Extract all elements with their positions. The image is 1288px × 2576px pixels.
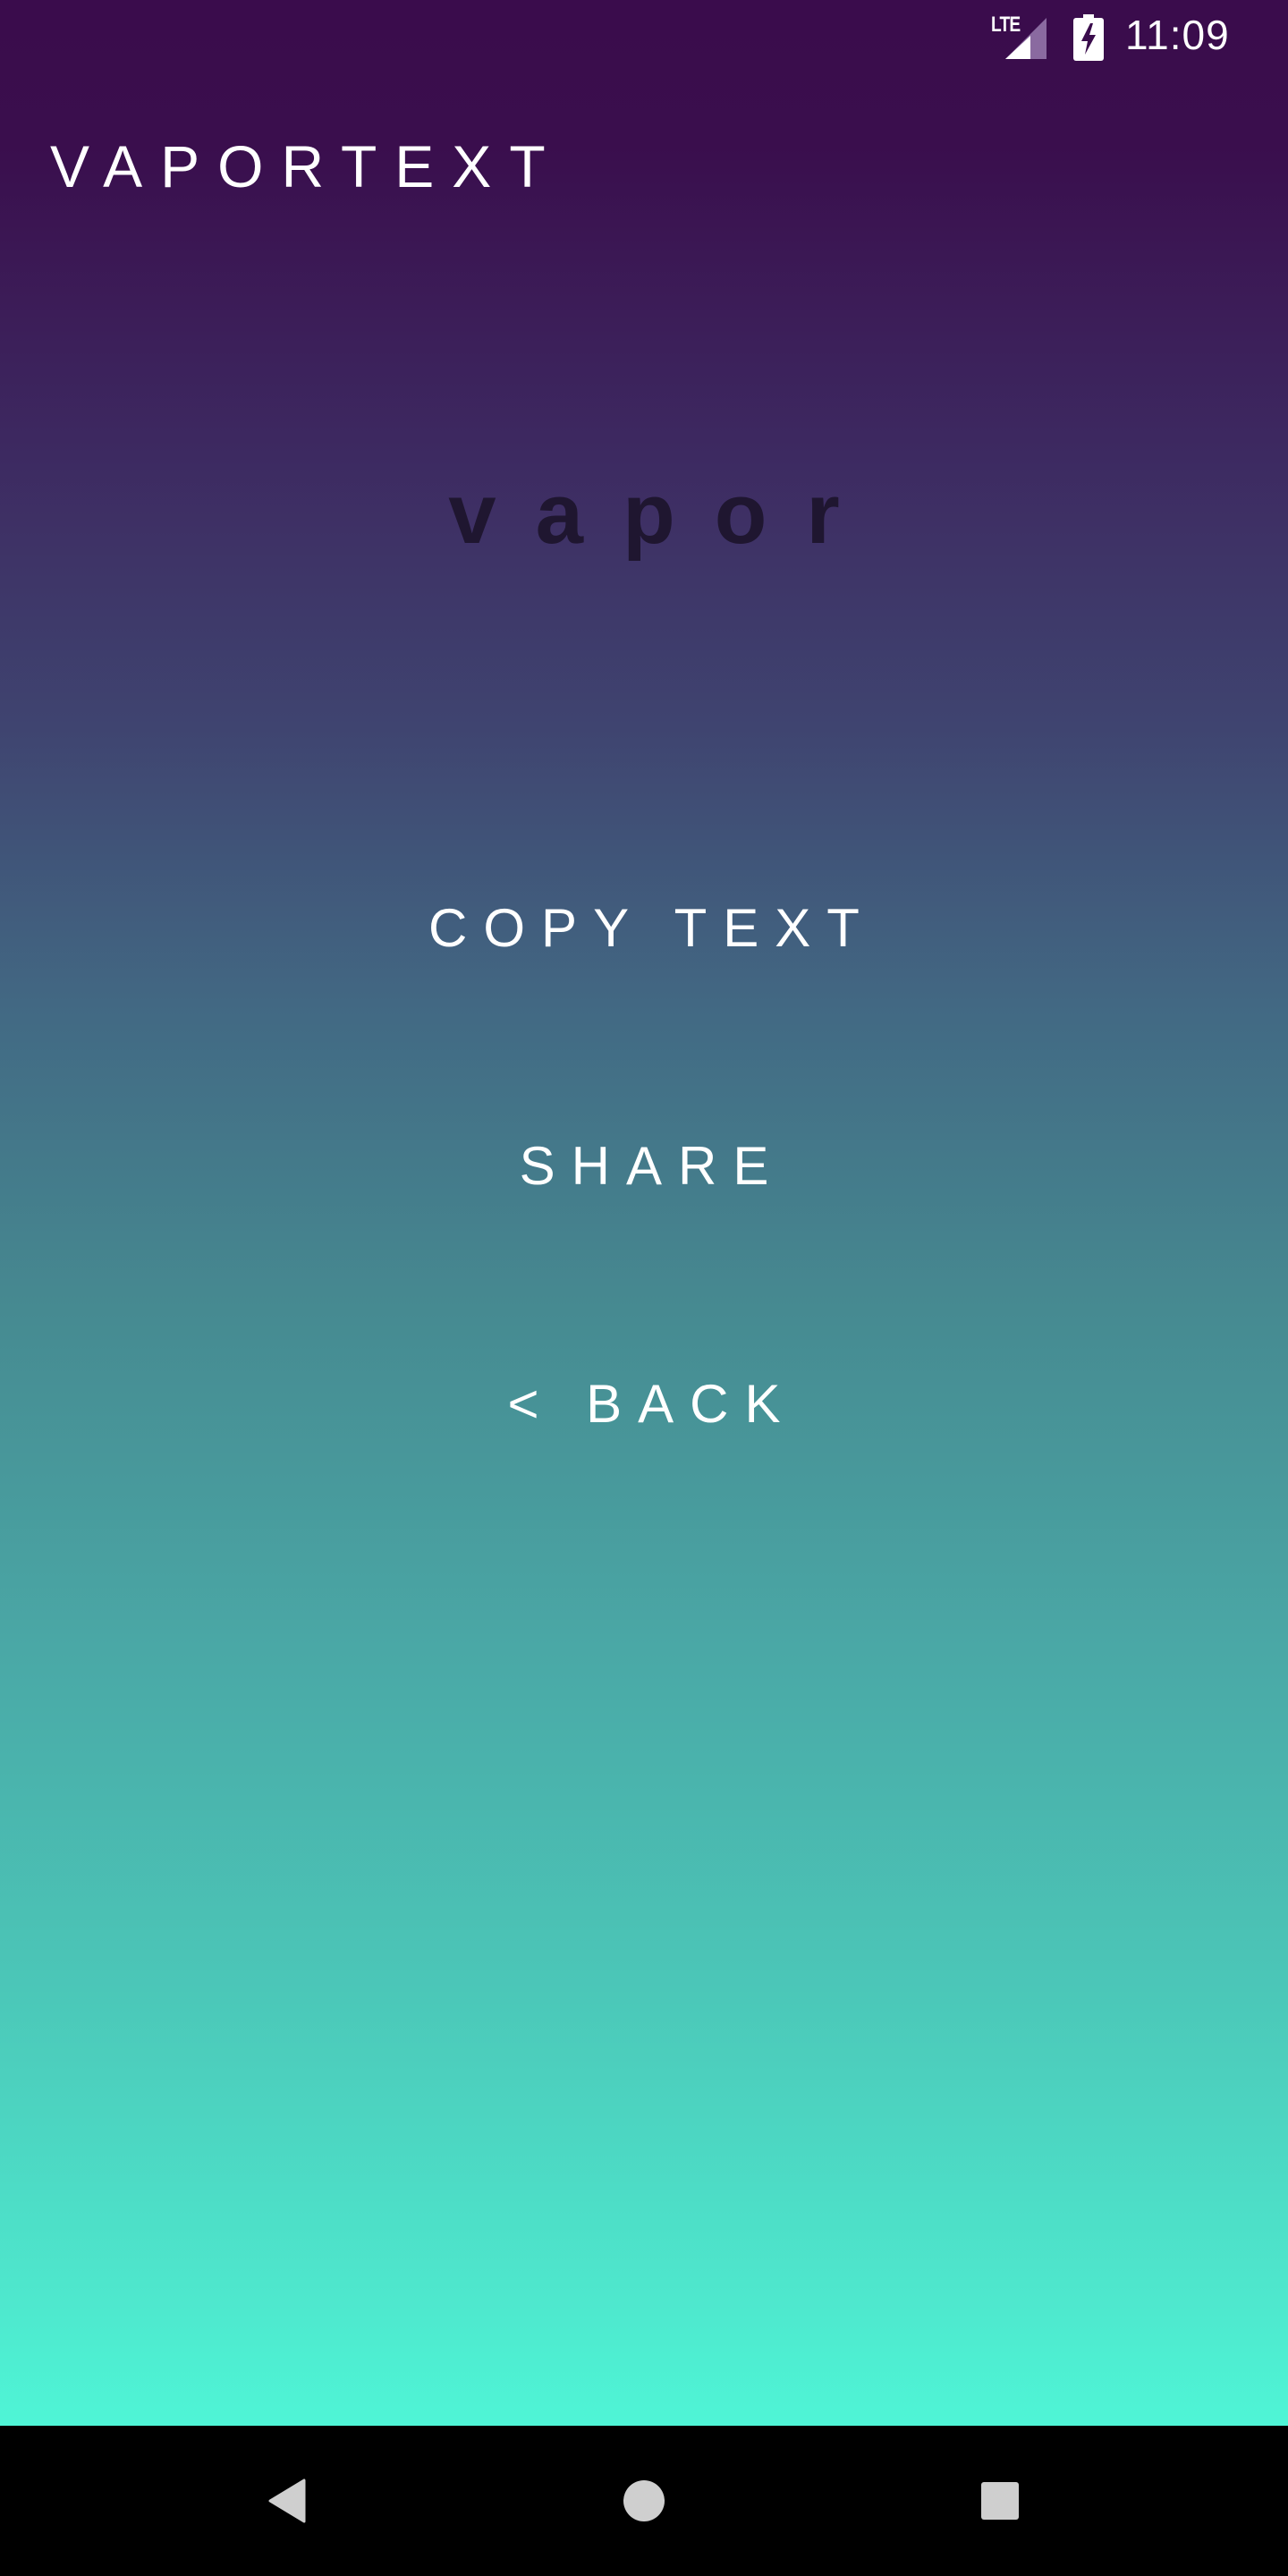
signal-icon — [1005, 18, 1046, 59]
clock: 11:09 — [1125, 12, 1230, 58]
copy-text-button[interactable]: COPY TEXT — [286, 866, 1002, 991]
navigation-bar — [0, 2426, 1288, 2576]
screen: LTE 11:09 VAPORTEXT vapor COPY TEXT SHAR… — [0, 0, 1288, 2576]
nav-recents-button[interactable] — [955, 2456, 1045, 2546]
vapor-preview-text: vapor — [448, 466, 879, 562]
triangle-back-icon — [268, 2479, 306, 2523]
app-title: VAPORTEXT — [50, 133, 564, 199]
back-button[interactable]: < BACK — [286, 1342, 1002, 1467]
square-recents-icon — [981, 2482, 1019, 2520]
share-button[interactable]: SHARE — [286, 1104, 1002, 1229]
status-bar: LTE 11:09 — [0, 0, 1288, 75]
battery-charging-icon — [1073, 14, 1104, 61]
nav-home-button[interactable] — [599, 2456, 689, 2546]
circle-home-icon — [623, 2480, 665, 2521]
nav-back-button[interactable] — [242, 2456, 331, 2546]
